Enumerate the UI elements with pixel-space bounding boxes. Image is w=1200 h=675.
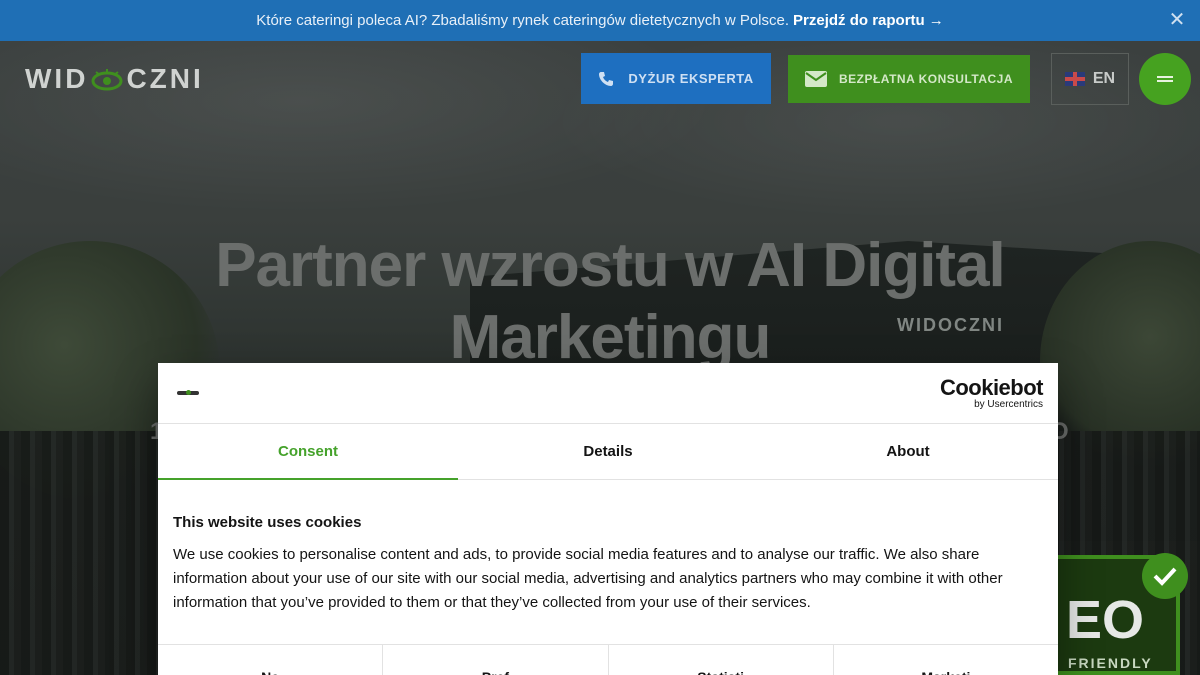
dialog-tabs: Consent Details About xyxy=(158,424,1058,480)
tab-consent[interactable]: Consent xyxy=(158,424,458,480)
logo-text-right: CZNI xyxy=(126,63,204,94)
dialog-heading: This website uses cookies xyxy=(173,514,362,531)
mail-icon xyxy=(804,71,827,87)
dialog-body: This website uses cookies We use cookies… xyxy=(158,514,1058,615)
language-switcher[interactable]: EN xyxy=(1051,53,1129,105)
dialog-header: Cookiebot by Usercentrics xyxy=(158,363,1058,424)
hero-title: Partner wzrostu w AI Digital Marketingu xyxy=(215,231,1006,372)
category-preferences[interactable]: Pref xyxy=(383,645,609,675)
badge-friendly-text: FRIENDLY xyxy=(1068,655,1153,671)
cookie-consent-dialog: Cookiebot by Usercentrics Consent Detail… xyxy=(158,363,1058,675)
phone-icon xyxy=(599,71,614,86)
category-marketing[interactable]: Marketi xyxy=(834,645,1058,675)
eye-logo-icon xyxy=(91,69,123,91)
cookie-categories: Ne Pref Statisti Marketi xyxy=(158,644,1058,675)
consultation-button[interactable]: BEZPŁATNA KONSULTACJA xyxy=(788,55,1030,103)
cookiebot-byline: by Usercentrics xyxy=(974,399,1043,410)
cookiebot-logo[interactable]: Cookiebot by Usercentrics xyxy=(939,375,1044,411)
category-necessary[interactable]: Ne xyxy=(158,645,384,675)
site-mini-logo xyxy=(177,390,199,395)
badge-seo-text: EO xyxy=(1066,590,1145,650)
report-link[interactable]: Przejdź do raportu xyxy=(793,12,925,29)
checkmark-icon xyxy=(1142,553,1188,599)
expert-button-label: DYŻUR EKSPERTA xyxy=(628,71,754,86)
site-logo[interactable]: WID CZNI xyxy=(25,63,204,94)
close-icon[interactable]: ✕ xyxy=(1166,9,1188,31)
tab-details[interactable]: Details xyxy=(458,424,758,479)
category-statistics[interactable]: Statisti xyxy=(609,645,834,675)
announcement-bar: Które cateringi poleca AI? Zbadaliśmy ry… xyxy=(0,0,1200,41)
expert-button[interactable]: DYŻUR EKSPERTA xyxy=(581,53,771,104)
language-label: EN xyxy=(1092,70,1116,87)
announcement-text: Które cateringi poleca AI? Zbadaliśmy ry… xyxy=(256,12,790,29)
uk-flag-icon xyxy=(1064,72,1085,86)
arrow-right-icon[interactable]: → xyxy=(929,12,944,29)
menu-button[interactable] xyxy=(1139,53,1191,105)
logo-text-left: WID xyxy=(25,63,89,94)
hamburger-icon xyxy=(1157,76,1173,82)
cookiebot-name: Cookiebot xyxy=(939,375,1044,400)
dialog-description: We use cookies to personalise content an… xyxy=(173,546,1003,611)
consultation-button-label: BEZPŁATNA KONSULTACJA xyxy=(838,72,1014,86)
tab-about[interactable]: About xyxy=(758,424,1058,479)
